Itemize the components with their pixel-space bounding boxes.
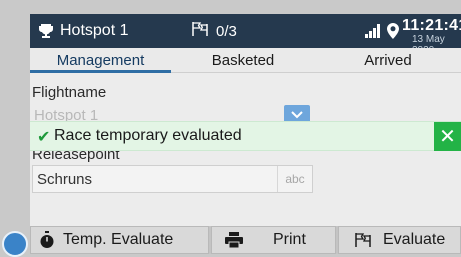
floating-action-button[interactable] — [2, 231, 28, 257]
app-window: Hotspot 1 0/3 11:21:4 13 May Management … — [30, 14, 461, 254]
hotspot-title: Hotspot 1 — [60, 22, 129, 39]
releasepoint-field[interactable]: Schruns abc — [32, 165, 313, 193]
print-label: Print — [273, 231, 306, 248]
temp-evaluate-button[interactable]: Temp. Evaluate — [30, 226, 209, 254]
trophy-icon — [38, 23, 54, 39]
status-title: Hotspot 1 — [38, 14, 128, 48]
signal-icon — [365, 24, 383, 43]
stopwatch-icon — [39, 231, 55, 249]
location-pin-icon — [387, 23, 399, 44]
keyboard-hint: abc — [277, 166, 312, 192]
print-button[interactable]: Print — [211, 226, 336, 254]
tab-management[interactable]: Management — [30, 48, 171, 73]
flight-count: 0/3 — [190, 14, 237, 48]
printer-icon — [225, 232, 243, 248]
evaluate-label: Evaluate — [383, 231, 446, 248]
releasepoint-value: Schruns — [37, 171, 93, 188]
check-icon: ✔ — [37, 129, 51, 146]
count-value: 0/3 — [216, 22, 237, 40]
flags-icon — [353, 232, 373, 248]
close-icon[interactable]: ✕ — [434, 122, 461, 151]
evaluate-button[interactable]: Evaluate — [338, 226, 461, 254]
flags-icon — [190, 21, 210, 41]
tab-bar: Management Basketed Arrived — [30, 48, 461, 73]
bottom-toolbar: Temp. Evaluate Print Evaluate — [30, 226, 461, 254]
toast-message: Race temporary evaluated — [54, 127, 242, 144]
flightname-label: Flightname — [32, 84, 107, 101]
tab-basketed[interactable]: Basketed — [171, 48, 315, 72]
temp-evaluate-label: Temp. Evaluate — [63, 231, 174, 248]
clock-time: 11:21:41 — [402, 17, 461, 34]
tab-arrived[interactable]: Arrived — [315, 48, 461, 72]
toast-notification: ✔ Race temporary evaluated ✕ — [30, 121, 461, 151]
status-bar: Hotspot 1 0/3 11:21:4 13 May — [30, 14, 461, 56]
